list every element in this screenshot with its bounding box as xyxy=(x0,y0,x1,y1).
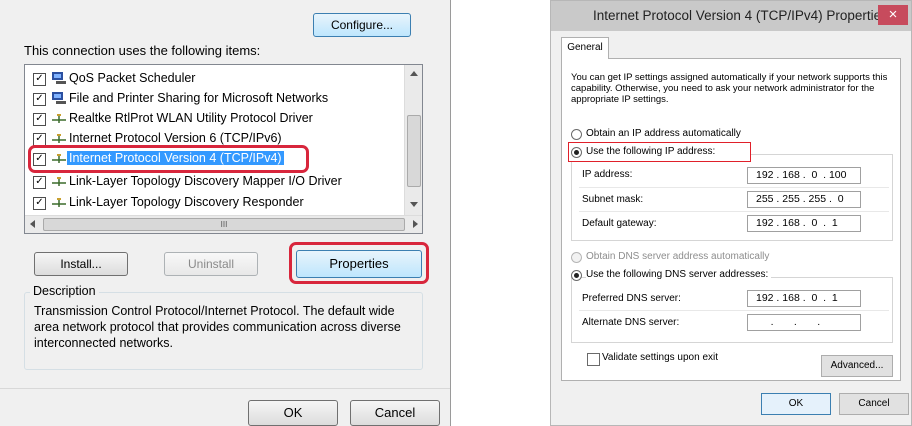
install-button[interactable]: Install... xyxy=(34,252,128,276)
checkbox[interactable]: ✓ xyxy=(33,197,46,210)
subnet-mask-field[interactable]: 255 . 255 . 255 . 0 xyxy=(747,191,861,208)
checkbox[interactable]: ✓ xyxy=(33,176,46,189)
list-item[interactable]: ✓ Link-Layer Topology Discovery Mapper I… xyxy=(29,172,399,192)
scroll-up-icon[interactable] xyxy=(410,71,418,76)
use-following-ip-label: Use the following IP address: xyxy=(586,146,716,157)
protocol-icon xyxy=(52,198,66,207)
obtain-dns-auto-label: Obtain DNS server address automatically xyxy=(586,251,770,262)
horizontal-scrollbar[interactable]: III xyxy=(25,215,422,233)
highlight-ipv4 xyxy=(28,145,309,173)
item-label: File and Printer Sharing for Microsoft N… xyxy=(69,91,329,105)
list-item[interactable]: ✓ File and Printer Sharing for Microsoft… xyxy=(29,89,399,109)
alternate-dns-label: Alternate DNS server: xyxy=(582,317,680,328)
ok-button[interactable]: OK xyxy=(761,393,831,415)
scroll-left-icon[interactable] xyxy=(30,220,35,228)
checkbox[interactable]: ✓ xyxy=(33,93,46,106)
obtain-dns-auto-radio[interactable] xyxy=(571,252,582,263)
item-label: QoS Packet Scheduler xyxy=(69,71,196,85)
item-label: Link-Layer Topology Discovery Mapper I/O… xyxy=(69,174,342,188)
validate-label: Validate settings upon exit xyxy=(602,352,719,363)
checkbox[interactable]: ✓ xyxy=(33,113,46,126)
configure-button[interactable]: Configure... xyxy=(313,13,411,37)
list-item[interactable]: ✓ Link-Layer Topology Discovery Responde… xyxy=(29,193,399,213)
item-label: Internet Protocol Version 6 (TCP/IPv6) xyxy=(69,131,282,145)
dialog-title: Internet Protocol Version 4 (TCP/IPv4) P… xyxy=(593,8,888,23)
tab-general[interactable]: General xyxy=(561,37,609,59)
advanced-button[interactable]: Advanced... xyxy=(821,355,893,377)
list-item[interactable]: ✓ QoS Packet Scheduler xyxy=(29,69,399,89)
scroll-right-icon[interactable] xyxy=(413,220,418,228)
divider xyxy=(0,388,450,389)
ip-address-label: IP address: xyxy=(582,169,633,180)
cancel-button[interactable]: Cancel xyxy=(839,393,909,415)
ipv4-properties-dialog: Internet Protocol Version 4 (TCP/IPv4) P… xyxy=(550,0,912,426)
use-following-dns-label: Use the following DNS server addresses: xyxy=(586,269,772,280)
divider xyxy=(579,187,889,188)
default-gateway-field[interactable]: 192 . 168 . 0 . 1 xyxy=(747,215,861,232)
cancel-button[interactable]: Cancel xyxy=(350,400,440,426)
network-service-icon xyxy=(52,92,66,104)
preferred-dns-label: Preferred DNS server: xyxy=(582,293,681,304)
checkbox[interactable]: ✓ xyxy=(33,73,46,86)
items-caption: This connection uses the following items… xyxy=(24,43,261,58)
close-icon[interactable]: × xyxy=(878,5,908,25)
scroll-down-icon[interactable] xyxy=(410,202,418,207)
network-service-icon xyxy=(52,72,66,84)
default-gateway-label: Default gateway: xyxy=(582,218,657,229)
scrollbar-thumb[interactable]: III xyxy=(43,218,405,231)
highlight-properties xyxy=(289,242,429,284)
intro-text: You can get IP settings assigned automat… xyxy=(571,72,888,105)
list-item[interactable]: ✓ Realtke RtlProt WLAN Utility Protocol … xyxy=(29,109,399,129)
item-label: Link-Layer Topology Discovery Responder xyxy=(69,195,304,209)
use-following-ip-radio[interactable] xyxy=(571,147,582,158)
protocol-icon xyxy=(52,134,66,143)
alternate-dns-field[interactable]: . . . xyxy=(747,314,861,331)
item-label: Realtke RtlProt WLAN Utility Protocol Dr… xyxy=(69,111,313,125)
ok-button[interactable]: OK xyxy=(248,400,338,426)
vertical-scrollbar[interactable] xyxy=(404,65,422,216)
uninstall-button[interactable]: Uninstall xyxy=(164,252,258,276)
divider xyxy=(579,211,889,212)
description-title: Description xyxy=(30,284,99,298)
scrollbar-thumb[interactable] xyxy=(407,115,421,187)
validate-checkbox[interactable] xyxy=(587,353,600,366)
obtain-ip-auto-label: Obtain an IP address automatically xyxy=(586,128,741,139)
divider xyxy=(579,310,889,311)
use-following-dns-radio[interactable] xyxy=(571,270,582,281)
subnet-mask-label: Subnet mask: xyxy=(582,194,644,205)
protocol-icon xyxy=(52,114,66,123)
protocol-icon xyxy=(52,177,66,186)
obtain-ip-auto-radio[interactable] xyxy=(571,129,582,140)
description-text: Transmission Control Protocol/Internet P… xyxy=(34,304,401,350)
preferred-dns-field[interactable]: 192 . 168 . 0 . 1 xyxy=(747,290,861,307)
ip-address-field[interactable]: 192 . 168 . 0 . 100 xyxy=(747,167,861,184)
connection-properties-panel: Configure... This connection uses the fo… xyxy=(0,0,451,426)
title-bar[interactable]: Internet Protocol Version 4 (TCP/IPv4) P… xyxy=(551,1,911,31)
